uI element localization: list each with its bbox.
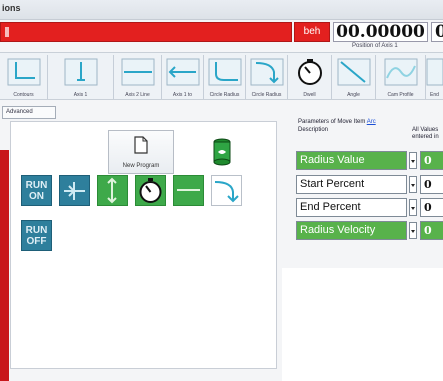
values-header-line-2: entered in — [412, 134, 439, 140]
param-name-select[interactable]: Start Percent — [296, 175, 407, 194]
toolbar-contours-button[interactable]: Contours — [0, 55, 48, 99]
toolbar-label: Circle Radius — [251, 92, 282, 98]
run-off-label: RUN OFF — [25, 225, 48, 247]
horizontal-move-button[interactable] — [173, 175, 204, 206]
spindle-button[interactable] — [59, 175, 90, 206]
toolbar-label: Contours — [13, 92, 34, 98]
param-row-radius-velocity: Radius Velocity 0 — [296, 221, 443, 240]
status-marker — [5, 27, 9, 37]
param-dropdown-arrow[interactable] — [409, 152, 417, 169]
stopwatch-icon — [139, 178, 162, 203]
param-name-select[interactable]: End Percent — [296, 198, 407, 217]
param-row-end-percent: End Percent 0 — [296, 198, 443, 217]
status-tag: beh — [294, 22, 330, 42]
toolbar-cam-profile-button[interactable]: Cam Profile — [376, 55, 426, 99]
toolbar-axis1-button[interactable]: Axis 1 — [48, 55, 114, 99]
move-toolbar: Contours Axis 1 Axis 2 Line Axis 1 to Ci… — [0, 52, 443, 100]
toolbar-angle-button[interactable]: Angle — [332, 55, 376, 99]
cam-curve-icon — [384, 58, 417, 86]
run-on-label: RUN ON — [25, 180, 48, 202]
param-name-select[interactable]: Radius Velocity — [296, 221, 407, 240]
run-on-button[interactable]: RUN ON — [21, 175, 52, 206]
param-value-field[interactable]: 0 — [420, 198, 443, 217]
param-name-select[interactable]: Radius Value — [296, 151, 407, 170]
vertical-axis-icon — [64, 58, 97, 86]
tab-advanced[interactable]: Advanced — [2, 106, 56, 119]
curve-arrow-icon — [214, 181, 239, 203]
window-title: ions — [2, 3, 21, 13]
param-row-radius-value: Radius Value 0 — [296, 151, 443, 170]
parameters-empty-area — [282, 268, 443, 381]
vertical-move-button[interactable] — [97, 175, 128, 206]
toolbar-label: Circle Radius — [209, 92, 240, 98]
new-program-label: New Program — [122, 163, 160, 169]
param-value-field[interactable]: 0 — [420, 221, 443, 240]
coolant-can-icon[interactable] — [212, 138, 232, 166]
toolbar-label: Cam Profile — [387, 92, 414, 98]
arrow-left-line-icon — [166, 58, 199, 86]
parameters-title-text: Parameters of Move Item — [298, 119, 366, 125]
stopwatch-icon — [297, 59, 322, 85]
toolbar-circle-radius-button[interactable]: Circle Radius — [204, 55, 246, 99]
toolbar-label: End — [430, 92, 439, 98]
new-document-icon — [134, 136, 148, 154]
toolbar-label: Angle — [347, 92, 360, 98]
toolbar-end-button[interactable]: End — [426, 55, 443, 99]
position-readout-label: Position of Axis 1 — [352, 43, 398, 49]
curve-move-button[interactable] — [211, 175, 242, 206]
toolbar-label: Axis 2 Line — [125, 92, 150, 98]
arc-icon — [208, 58, 241, 86]
param-dropdown-arrow[interactable] — [409, 199, 417, 216]
description-header: Description — [298, 127, 329, 133]
toolbar-label: Axis 1 — [73, 92, 88, 98]
param-row-start-percent: Start Percent 0 — [296, 175, 443, 194]
toolbar-label: Axis 1 to — [172, 92, 193, 98]
program-panel: New Program RUN ON RUN OFF — [10, 121, 277, 369]
horizontal-arrow-icon — [177, 189, 200, 191]
param-dropdown-arrow[interactable] — [409, 222, 417, 239]
param-dropdown-arrow[interactable] — [409, 176, 417, 193]
spindle-icon — [64, 182, 85, 200]
title-bar: ions — [0, 0, 443, 20]
param-value-field[interactable]: 0 — [420, 151, 443, 170]
values-header-line-1: All Values — [412, 127, 439, 133]
end-icon — [426, 58, 443, 86]
values-header: All Values entered in — [412, 127, 439, 141]
dwell-button[interactable] — [135, 175, 166, 206]
position-readout-secondary: 00 — [431, 22, 443, 42]
left-red-edge — [0, 150, 9, 381]
parameters-link[interactable]: Arc — [367, 119, 376, 125]
horizontal-line-icon — [121, 58, 154, 86]
vertical-arrow-icon — [107, 177, 117, 204]
toolbar-label: Dwell — [303, 92, 316, 98]
toolbar-axis1-to-button[interactable]: Axis 1 to — [162, 55, 204, 99]
new-program-button[interactable]: New Program — [108, 130, 174, 174]
status-bar — [0, 22, 292, 42]
toolbar-circle-radius-2-button[interactable]: Circle Radius — [246, 55, 288, 99]
arc2-icon — [250, 58, 283, 86]
toolbar-axis2-line-button[interactable]: Axis 2 Line — [114, 55, 162, 99]
toolbar-dwell-button[interactable]: Dwell — [288, 55, 332, 99]
param-value-field[interactable]: 0 — [420, 175, 443, 194]
run-off-button[interactable]: RUN OFF — [21, 220, 52, 251]
corner-path-icon — [7, 58, 40, 86]
parameters-title: Parameters of Move Item Arc — [298, 119, 376, 125]
position-readout: 00.00000 — [333, 22, 428, 42]
diagonal-line-icon — [337, 58, 370, 86]
